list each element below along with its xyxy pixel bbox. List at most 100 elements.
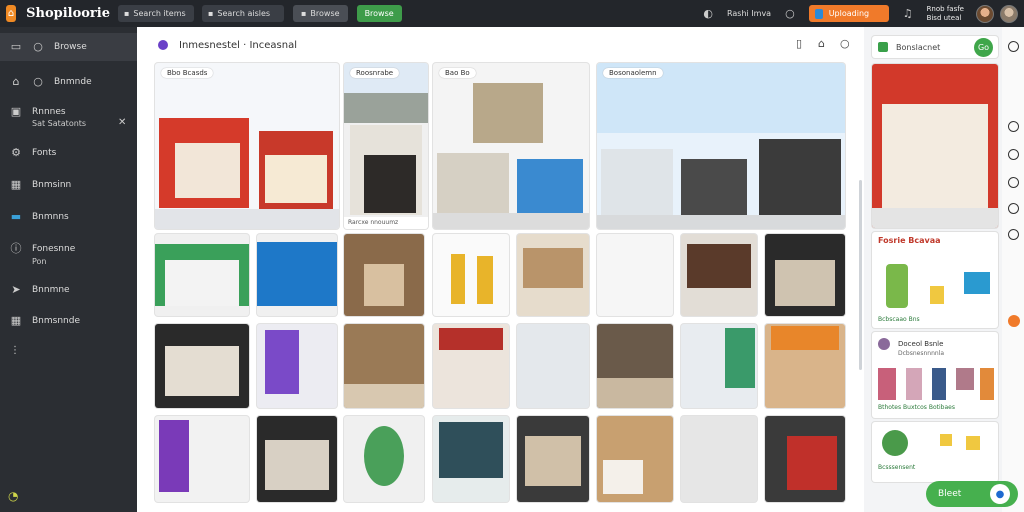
image-tile[interactable] bbox=[257, 416, 337, 502]
search-icon[interactable]: ○ bbox=[840, 38, 852, 50]
image-tile[interactable] bbox=[155, 324, 249, 408]
sidebar-subitem[interactable]: Sat Satatonts bbox=[32, 119, 86, 128]
store-facade bbox=[439, 422, 503, 478]
main-panel: Inmesnestel · Inceasnal ▯ ⌂ ○ Bbo Bcasds… bbox=[137, 27, 864, 512]
image-tile[interactable] bbox=[155, 416, 249, 502]
avatar bbox=[878, 338, 890, 350]
image-tile[interactable] bbox=[765, 416, 845, 502]
primary-button[interactable]: Browse bbox=[356, 5, 402, 22]
product-image bbox=[886, 264, 908, 308]
product-image bbox=[966, 436, 980, 450]
image-tile[interactable] bbox=[681, 234, 757, 316]
status-dot-icon[interactable] bbox=[1008, 315, 1020, 327]
tile-caption: Rarcxe nnouumz bbox=[348, 219, 399, 226]
corridor bbox=[364, 264, 404, 306]
image-tile[interactable] bbox=[257, 324, 337, 408]
sidebar-item-label: Bnmsinn bbox=[32, 180, 72, 190]
image-tile[interactable]: Roosnrabe Rarcxe nnouumz bbox=[344, 63, 428, 229]
right-panel: Bonslacnet Go Fosrie Bcavaa Bcbscaao Bns… bbox=[868, 34, 1000, 512]
image-tile[interactable] bbox=[681, 324, 757, 408]
share-icon[interactable] bbox=[1008, 203, 1019, 214]
image-tile[interactable]: Bosonaolemn bbox=[597, 63, 845, 229]
card-footer: Bthotes Buxtcos Botibaes bbox=[878, 404, 955, 411]
upload-status[interactable]: Uploading bbox=[808, 5, 889, 22]
bookmark-icon[interactable]: ▯ bbox=[796, 38, 808, 50]
notification-icon[interactable]: ♫ bbox=[903, 7, 913, 20]
image-tile[interactable] bbox=[257, 234, 337, 316]
search-input[interactable]: ▪ Search items bbox=[118, 5, 194, 22]
sidebar-item-fonts[interactable]: ⚙ Fonts bbox=[0, 143, 137, 163]
image-tile[interactable]: Bbo Bcasds bbox=[155, 63, 339, 229]
store-facade bbox=[257, 242, 337, 306]
user-info: Rnob fasfe Bisd uteal bbox=[927, 5, 964, 23]
tile-badge: Bosonaolemn bbox=[603, 68, 663, 78]
tile-badge: Bao Bo bbox=[439, 68, 476, 78]
image-tile[interactable] bbox=[433, 416, 509, 502]
image-tile[interactable] bbox=[597, 234, 673, 316]
more-icon[interactable]: ⋮ bbox=[10, 345, 20, 356]
image-tile[interactable] bbox=[433, 324, 509, 408]
app-logo[interactable]: ⌂ Shopiloorie bbox=[6, 5, 110, 22]
chat-button[interactable]: Bleet ● bbox=[926, 481, 1018, 507]
houses bbox=[344, 93, 428, 123]
sidebar-subitem[interactable]: Pon bbox=[32, 257, 47, 266]
browse-button[interactable]: ▪ Browse bbox=[293, 5, 348, 22]
scrollbar[interactable] bbox=[859, 180, 862, 370]
sidebar-item-label: Fonts bbox=[32, 148, 57, 158]
close-icon[interactable]: ✕ bbox=[118, 117, 126, 128]
image-tile[interactable] bbox=[765, 234, 845, 316]
sidebar-item-send[interactable]: ➤ Bnnmne bbox=[0, 280, 137, 300]
store-window bbox=[175, 143, 240, 198]
sidebar-item-info[interactable]: ⓘ Fonesnne bbox=[0, 239, 137, 259]
chat-icon[interactable]: ○ bbox=[785, 7, 795, 20]
image-tile[interactable] bbox=[344, 416, 424, 502]
image-tile[interactable] bbox=[597, 416, 673, 502]
image-tile[interactable] bbox=[517, 416, 589, 502]
user-info-line2: Bisd uteal bbox=[926, 13, 962, 22]
product-card[interactable]: Bcsssensent bbox=[872, 422, 998, 482]
card-header: Doceol Bsnle bbox=[872, 332, 998, 350]
sidebar-item-home[interactable]: ⌂ ○ Bnmnde bbox=[0, 71, 137, 93]
image-tile[interactable] bbox=[681, 416, 757, 502]
featured-card[interactable] bbox=[872, 64, 998, 228]
image-tile[interactable] bbox=[155, 234, 249, 316]
sidebar-item-label: Bnmsnnde bbox=[32, 316, 80, 326]
panel-title: Bonslacnet bbox=[896, 42, 941, 52]
bag-icon: ▪ bbox=[301, 9, 307, 18]
sidebar-item-monitor[interactable]: ▬ Bnmnns bbox=[0, 207, 137, 227]
clock-icon[interactable] bbox=[1008, 121, 1019, 132]
product-card[interactable]: Doceol Bsnle Dcbsnesnnnnla Bthotes Buxtc… bbox=[872, 332, 998, 418]
avatar[interactable] bbox=[976, 4, 994, 23]
sidebar-item-label: Bnnmne bbox=[32, 285, 70, 295]
minus-icon[interactable] bbox=[1008, 149, 1019, 160]
aisle-search-input[interactable]: ▪ Search aisles bbox=[202, 5, 284, 22]
store-facade bbox=[473, 83, 543, 143]
header-tools: ▯ ⌂ ○ bbox=[786, 38, 852, 50]
image-tile[interactable] bbox=[344, 234, 424, 316]
image-tile[interactable] bbox=[433, 234, 509, 316]
sidebar-item-calendar[interactable]: ▦ Bnmsinn bbox=[0, 175, 137, 195]
help-icon[interactable]: ◔ bbox=[8, 489, 18, 503]
image-tile[interactable] bbox=[517, 234, 589, 316]
image-tile[interactable] bbox=[765, 324, 845, 408]
avatar-secondary[interactable] bbox=[1000, 4, 1018, 23]
store-window bbox=[265, 440, 329, 490]
page-title: Inmesnestel · Inceasnal bbox=[179, 39, 297, 51]
settings-icon[interactable]: ◐ bbox=[703, 7, 713, 20]
image-tile[interactable]: Bao Bo bbox=[433, 63, 589, 229]
refresh-icon[interactable] bbox=[1008, 177, 1019, 188]
globe-icon[interactable] bbox=[1008, 229, 1019, 240]
sidebar-item-schedule[interactable]: ▦ Bnmsnnde bbox=[0, 311, 137, 331]
sidebar-item-browse[interactable]: ▭ ○ Browse bbox=[0, 33, 137, 61]
go-button[interactable]: Go bbox=[974, 38, 993, 57]
cart-icon[interactable] bbox=[1008, 41, 1019, 52]
house-icon: ⌂ bbox=[6, 5, 17, 22]
image-tile[interactable] bbox=[517, 324, 589, 408]
image-tile[interactable] bbox=[344, 324, 424, 408]
product-card[interactable]: Fosrie Bcavaa Bcbscaao Bns bbox=[872, 232, 998, 328]
calendar-icon: ▦ bbox=[10, 178, 22, 191]
store-window bbox=[787, 436, 837, 490]
image-tile[interactable] bbox=[597, 324, 673, 408]
folder-icon[interactable]: ⌂ bbox=[818, 38, 830, 50]
floor bbox=[155, 209, 339, 229]
